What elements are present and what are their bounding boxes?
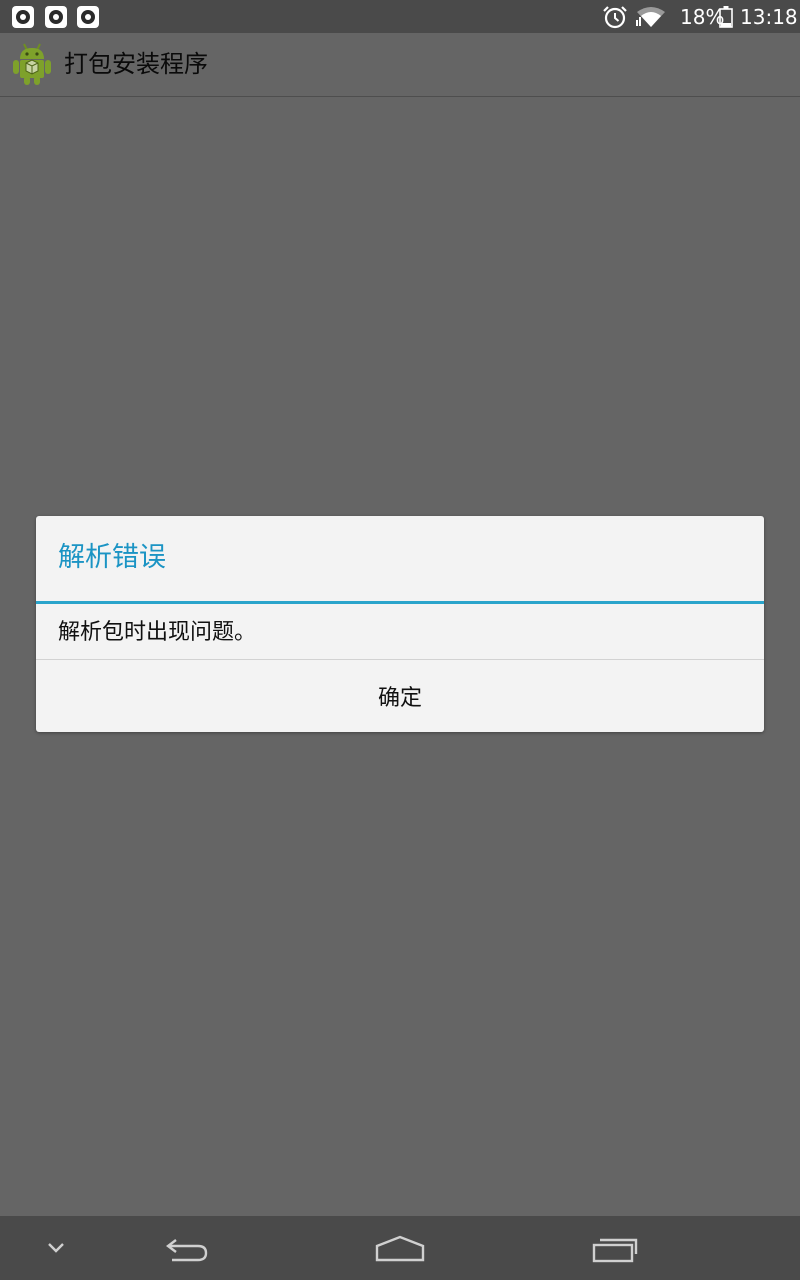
home-icon[interactable] [374,1234,426,1264]
dialog-title: 解析错误 [58,542,166,573]
ok-button[interactable]: 确定 [36,660,764,732]
notification-icon [45,6,67,28]
error-dialog: 解析错误 解析包时出现问题。 确定 [36,516,764,732]
battery-percentage: 18% [680,5,725,29]
status-bar: 18% 13:18 [0,0,800,33]
notification-icon [12,6,34,28]
back-icon[interactable] [162,1234,210,1264]
action-bar: 打包安装程序 [0,33,800,97]
battery-icon [719,6,733,28]
alarm-icon [603,6,627,29]
clock: 13:18 [740,5,798,29]
recent-apps-icon[interactable] [590,1234,640,1264]
dialog-title-divider [36,601,764,604]
android-icon [13,43,51,85]
notification-icon [77,6,99,28]
navigation-bar [0,1216,800,1280]
dialog-message: 解析包时出现问题。 [58,620,257,645]
app-title: 打包安装程序 [64,50,208,78]
chevron-down-icon[interactable] [46,1242,66,1254]
wifi-icon [636,7,665,27]
